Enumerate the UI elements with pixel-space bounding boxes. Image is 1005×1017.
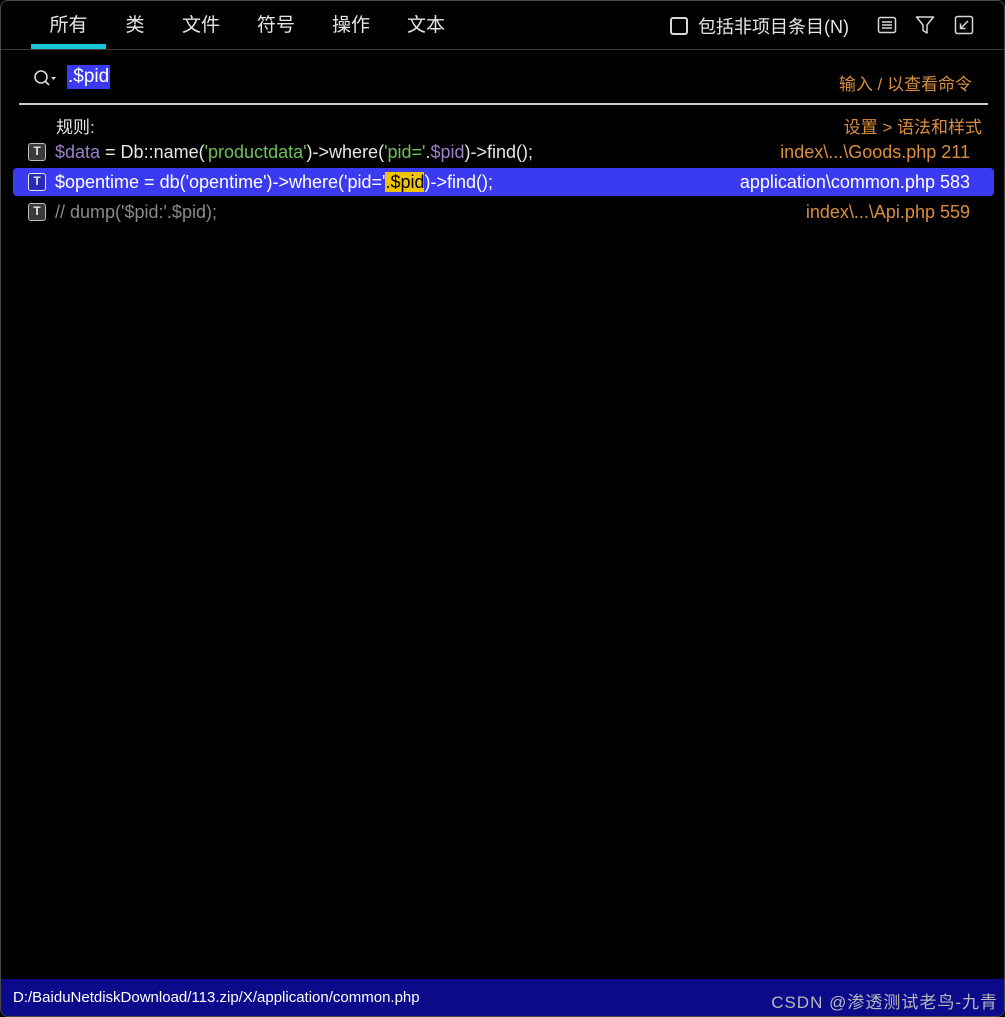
search-everywhere-popup: 所有 类 文件 符号 操作 文本 包括非项目条目(N) .$pid 输入 / 以… <box>0 0 1005 1017</box>
result-row-selected[interactable]: T $opentime = db('opentime')->where('pid… <box>13 168 994 196</box>
result-location: index\...\Goods.php 211 <box>780 142 970 162</box>
text-result-icon: T <box>28 173 46 191</box>
result-code: $data = Db::name('productdata')->where('… <box>55 142 534 162</box>
rules-label: 规则: <box>56 118 95 137</box>
status-bar: D:/BaiduNetdiskDownload/113.zip/X/applic… <box>1 979 1004 1016</box>
file-path: D:/BaiduNetdiskDownload/113.zip/X/applic… <box>13 989 420 1006</box>
tab-all[interactable]: 所有 <box>31 13 106 49</box>
tab-actions[interactable]: 操作 <box>329 13 373 49</box>
text-result-icon: T <box>28 143 46 161</box>
funnel-icon[interactable] <box>914 14 936 36</box>
match-highlight: .$pid <box>385 172 425 192</box>
collapse-icon[interactable] <box>953 14 975 36</box>
tab-classes[interactable]: 类 <box>119 13 151 49</box>
include-non-project-checkbox[interactable] <box>670 17 688 35</box>
search-icon[interactable] <box>33 69 57 89</box>
result-row[interactable]: T // dump('$pid:'.$pid); index\...\Api.p… <box>13 198 994 226</box>
include-non-project-label: 包括非项目条目(N) <box>698 17 849 37</box>
search-bar: .$pid 输入 / 以查看命令 <box>19 57 988 105</box>
tab-files[interactable]: 文件 <box>179 13 223 49</box>
tab-bar: 所有 类 文件 符号 操作 文本 包括非项目条目(N) <box>1 1 1004 50</box>
result-location: application\common.php 583 <box>739 172 970 192</box>
result-code: // dump('$pid:'.$pid); <box>55 202 217 222</box>
command-hint: 输入 / 以查看命令 <box>838 75 972 94</box>
text-result-icon: T <box>28 203 46 221</box>
syntax-style-settings-link[interactable]: 设置 > 语法和样式 <box>844 113 982 138</box>
tab-text[interactable]: 文本 <box>404 13 448 49</box>
tab-symbols[interactable]: 符号 <box>254 13 298 49</box>
search-input[interactable]: .$pid <box>67 65 111 89</box>
result-row[interactable]: T $data = Db::name('productdata')->where… <box>13 138 994 166</box>
result-location: index\...\Api.php 559 <box>805 202 970 222</box>
watermark: CSDN @渗透测试老鸟-九青 <box>771 993 998 1012</box>
include-non-project-toggle[interactable]: 包括非项目条目(N) <box>670 15 849 37</box>
result-code: $opentime = db('opentime')->where('pid='… <box>55 172 493 192</box>
filter-list-icon[interactable] <box>876 14 898 36</box>
